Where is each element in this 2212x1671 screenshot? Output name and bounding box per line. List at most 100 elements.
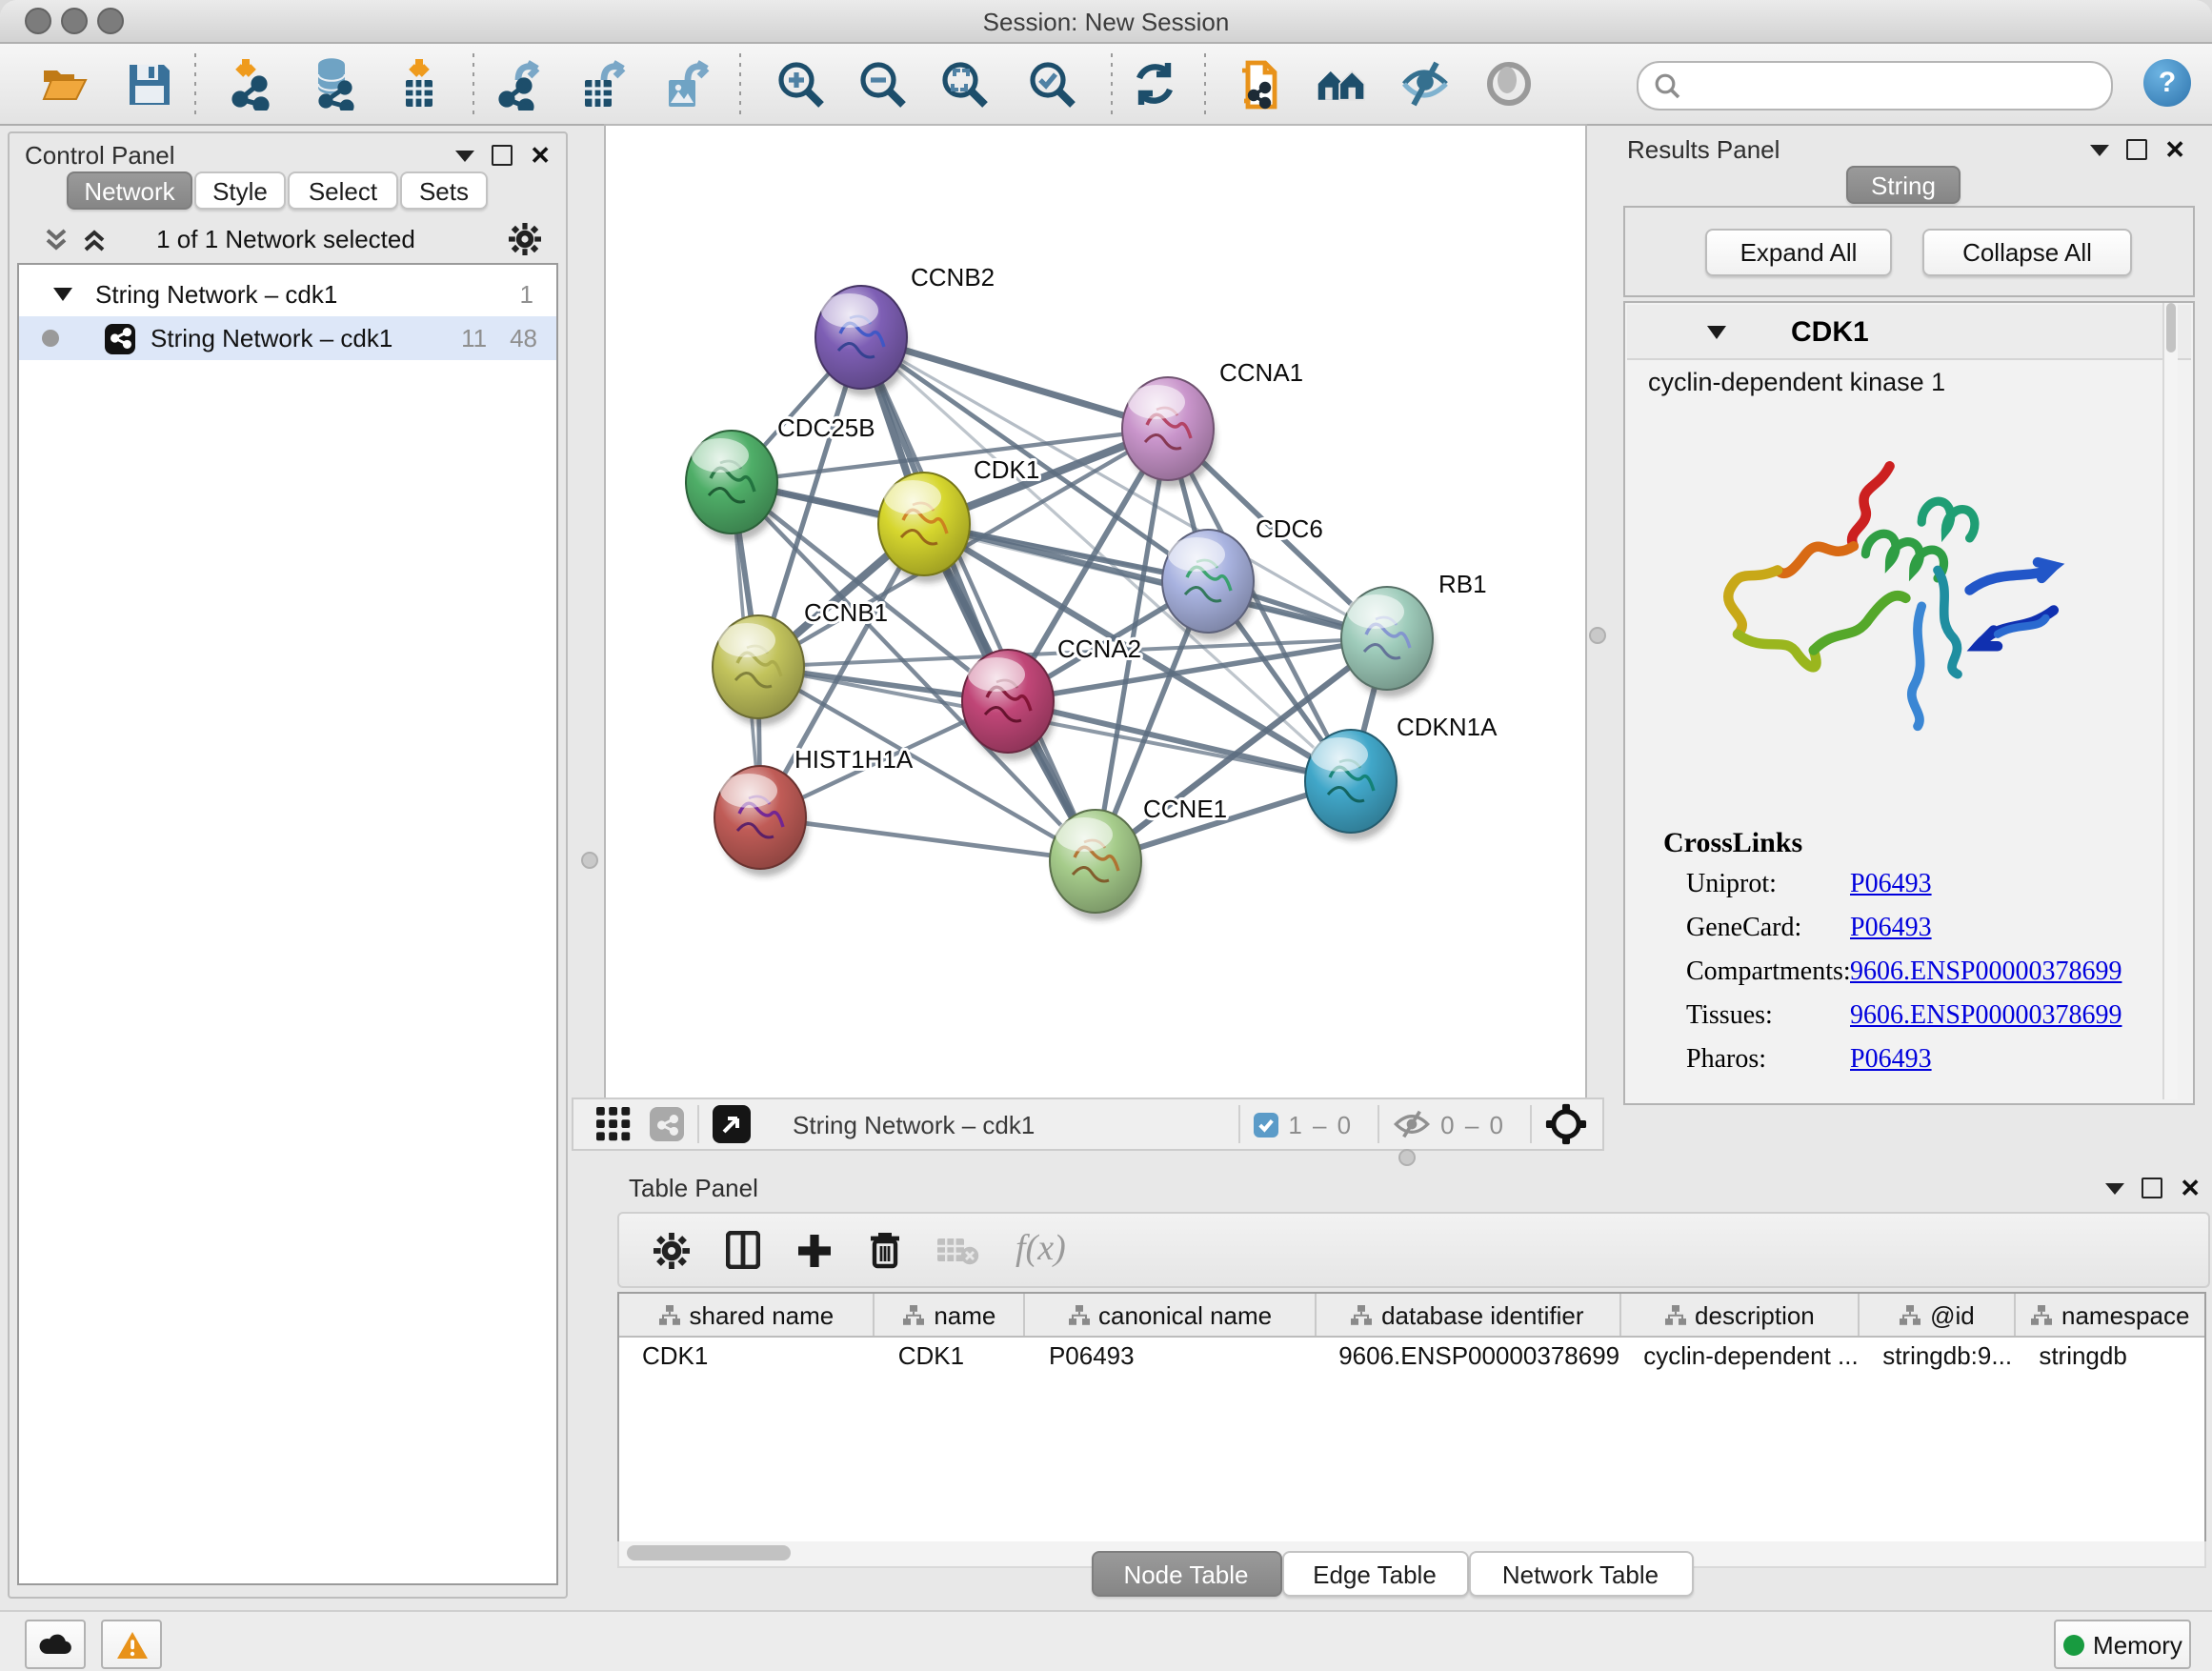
- collapse-all-button[interactable]: Collapse All: [1922, 229, 2132, 276]
- show-columns-icon[interactable]: [726, 1231, 760, 1269]
- network-tree: String Network – cdk1 1 String Network –…: [17, 263, 558, 1585]
- collection-expander-icon[interactable]: [53, 288, 72, 301]
- import-network-from-database-button[interactable]: [309, 57, 362, 111]
- fit-crosshair-icon[interactable]: [1545, 1103, 1587, 1145]
- column-header-id[interactable]: @id: [1860, 1294, 2016, 1336]
- zoom-out-button[interactable]: [855, 57, 909, 111]
- selected-nodes-checkbox[interactable]: [1254, 1112, 1278, 1137]
- warnings-button[interactable]: [101, 1620, 162, 1669]
- left-splitter-handle[interactable]: [581, 852, 598, 869]
- grid-mode-icon[interactable]: [596, 1107, 631, 1141]
- table-toolbar: f(x): [617, 1212, 2210, 1288]
- zoom-in-button[interactable]: [774, 57, 827, 111]
- column-header-description[interactable]: description: [1620, 1294, 1860, 1336]
- control-panel-close-button[interactable]: ✕: [530, 146, 551, 165]
- refresh-button[interactable]: [1128, 57, 1181, 111]
- right-splitter-handle[interactable]: [1589, 627, 1606, 644]
- results-tab-string[interactable]: String: [1846, 166, 1961, 204]
- import-network-from-file-button[interactable]: [229, 57, 282, 111]
- first-neighbors-button[interactable]: [1231, 57, 1284, 111]
- tab-edge-table[interactable]: Edge Table: [1281, 1551, 1468, 1597]
- network-collection-row[interactable]: String Network – cdk1 1: [19, 272, 556, 316]
- results-panel-float-button[interactable]: [2126, 139, 2147, 160]
- memory-button[interactable]: Memory: [2054, 1620, 2191, 1669]
- crosslink-uniprot[interactable]: P06493: [1850, 871, 1932, 901]
- toolbar-search-field[interactable]: [1637, 61, 2113, 111]
- gene-expander-icon[interactable]: [1707, 325, 1726, 338]
- column-type-icon: [903, 1304, 924, 1325]
- column-header-name[interactable]: name: [875, 1294, 1026, 1336]
- expand-all-button[interactable]: Expand All: [1705, 229, 1892, 276]
- column-type-icon: [1351, 1304, 1372, 1325]
- title-bar[interactable]: Session: New Session: [0, 0, 2212, 44]
- crosslink-pharos[interactable]: P06493: [1850, 1046, 1932, 1077]
- hidden-eye-slash-icon[interactable]: [1393, 1109, 1431, 1139]
- zoom-fit-button[interactable]: [937, 57, 991, 111]
- network-node-CDKN1A[interactable]: CDKN1A: [1305, 713, 1498, 840]
- table-options-gear-icon[interactable]: [654, 1232, 690, 1268]
- column-header-canonical-name[interactable]: canonical name: [1026, 1294, 1316, 1336]
- table-panel-menu-button[interactable]: [2105, 1182, 2124, 1194]
- tab-network[interactable]: Network: [67, 171, 192, 210]
- results-panel-menu-button[interactable]: [2090, 144, 2109, 155]
- results-panel-close-button[interactable]: ✕: [2164, 140, 2185, 159]
- export-table-button[interactable]: [577, 57, 631, 111]
- crosslink-genecard[interactable]: P06493: [1850, 915, 1932, 945]
- column-type-icon: [1900, 1304, 1920, 1325]
- home-button[interactable]: [1315, 57, 1368, 111]
- column-type-icon: [1664, 1304, 1685, 1325]
- save-session-button[interactable]: [122, 57, 175, 111]
- import-table-button[interactable]: [396, 57, 450, 111]
- column-header-namespace[interactable]: namespace: [2016, 1294, 2204, 1336]
- export-network-button[interactable]: [495, 57, 549, 111]
- network-options-gear-icon[interactable]: [509, 223, 541, 255]
- show-hide-button[interactable]: [1398, 57, 1452, 111]
- tab-select[interactable]: Select: [288, 171, 398, 210]
- network-node-CCNE1[interactable]: CCNE1: [1050, 795, 1227, 920]
- control-panel-menu-button[interactable]: [455, 150, 474, 161]
- cell-id: stringdb:9...: [1860, 1338, 2016, 1376]
- protein-structure-image: [1698, 410, 2098, 791]
- help-button[interactable]: ?: [2143, 59, 2191, 107]
- table-row[interactable]: CDK1 CDK1 P06493 9606.ENSP00000378699 cy…: [619, 1338, 2204, 1376]
- network-share-mode-icon[interactable]: [650, 1107, 684, 1141]
- toolbar-divider: [473, 53, 474, 114]
- eye-button[interactable]: [1482, 57, 1536, 111]
- tab-style[interactable]: Style: [194, 171, 286, 210]
- table-panel-close-button[interactable]: ✕: [2180, 1178, 2201, 1198]
- current-network-name: String Network – cdk1: [793, 1110, 1035, 1138]
- zoom-selected-button[interactable]: [1025, 57, 1078, 111]
- node-table[interactable]: shared name name canonical name database…: [617, 1292, 2206, 1543]
- column-header-shared-name[interactable]: shared name: [619, 1294, 875, 1336]
- cell-name: CDK1: [875, 1338, 1026, 1376]
- crosslink-compartments[interactable]: 9606.ENSP00000378699: [1850, 958, 2122, 989]
- open-session-button[interactable]: [38, 57, 91, 111]
- tab-network-table[interactable]: Network Table: [1468, 1551, 1693, 1597]
- cloud-status-button[interactable]: [25, 1620, 86, 1669]
- table-panel-title: Table Panel: [629, 1174, 758, 1202]
- export-image-icon: [661, 57, 714, 111]
- crosslink-label: Tissues:: [1686, 1002, 1773, 1033]
- birds-eye-view-button[interactable]: [713, 1105, 751, 1143]
- table-panel-float-button[interactable]: [2142, 1178, 2162, 1198]
- control-panel-float-button[interactable]: [492, 145, 513, 166]
- main-toolbar: ?: [0, 44, 2212, 126]
- delete-column-icon[interactable]: [869, 1231, 901, 1269]
- network-node-HIST1H1A[interactable]: HIST1H1A: [714, 745, 914, 876]
- network-row[interactable]: String Network – cdk1 11 48: [19, 316, 556, 360]
- export-image-button[interactable]: [661, 57, 714, 111]
- search-icon: [1654, 72, 1680, 99]
- network-view-canvas[interactable]: CCNB2CCNA1CDC25BCDK1CDC6RB1CCNB1CCNA2CDK…: [604, 124, 1587, 1099]
- network-node-RB1[interactable]: RB1: [1341, 570, 1487, 697]
- tab-node-table[interactable]: Node Table: [1091, 1551, 1281, 1597]
- column-type-icon: [1068, 1304, 1089, 1325]
- function-builder-icon[interactable]: f(x): [1016, 1229, 1066, 1271]
- add-column-icon[interactable]: [796, 1232, 833, 1268]
- tab-sets[interactable]: Sets: [400, 171, 488, 210]
- crosslink-tissues[interactable]: 9606.ENSP00000378699: [1850, 1002, 2122, 1033]
- delete-table-icon[interactable]: [937, 1235, 979, 1265]
- column-header-database-identifier[interactable]: database identifier: [1316, 1294, 1620, 1336]
- network-node-CDC6[interactable]: CDC6: [1162, 514, 1323, 640]
- results-scrollbar[interactable]: [2162, 303, 2178, 1099]
- node-label-CDKN1A: CDKN1A: [1397, 713, 1498, 741]
